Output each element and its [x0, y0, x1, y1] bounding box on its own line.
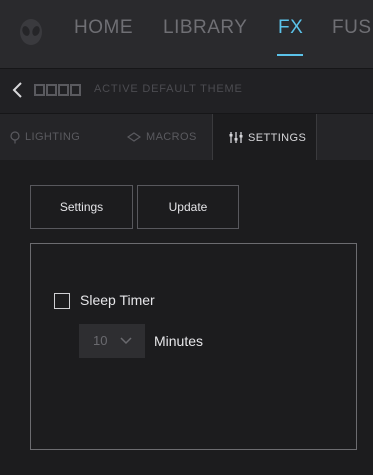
app-window: HOME LIBRARY FX FUS ACTIVE DEFAULT THEME…: [0, 0, 373, 475]
active-theme-title: ACTIVE DEFAULT THEME: [94, 83, 243, 95]
nav-fx[interactable]: FX: [278, 17, 303, 39]
settings-button[interactable]: Settings: [30, 185, 133, 229]
sleep-timer-checkbox[interactable]: [54, 293, 70, 309]
top-nav: HOME LIBRARY FX FUS: [0, 0, 373, 68]
nav-fusion[interactable]: FUS: [332, 17, 372, 39]
alienware-logo-icon: [20, 19, 42, 45]
tab-lighting[interactable]: LIGHTING: [10, 114, 80, 160]
macros-icon: [127, 132, 141, 142]
theme-header: ACTIVE DEFAULT THEME: [0, 68, 373, 114]
tab-macros-label: MACROS: [146, 131, 197, 143]
sliders-icon: [229, 132, 243, 143]
tab-settings[interactable]: SETTINGS: [212, 114, 317, 161]
settings-panel: Sleep Timer 10 Minutes: [30, 243, 357, 450]
device-logo-icon: [34, 84, 81, 96]
nav-active-indicator: [277, 54, 303, 56]
settings-content: Settings Update Sleep Timer 10 Minutes: [0, 160, 373, 475]
nav-library[interactable]: LIBRARY: [163, 17, 247, 39]
tab-macros[interactable]: MACROS: [127, 114, 197, 160]
minutes-label: Minutes: [154, 333, 204, 349]
select-value: 10: [93, 333, 108, 348]
tab-settings-label: SETTINGS: [248, 131, 307, 144]
lightbulb-icon: [10, 130, 20, 143]
update-button[interactable]: Update: [137, 185, 239, 229]
back-arrow-icon[interactable]: [10, 80, 26, 100]
sleep-timer-label: Sleep Timer: [80, 292, 155, 308]
chevron-down-icon: [120, 337, 132, 345]
tab-lighting-label: LIGHTING: [25, 131, 81, 143]
tab-bar: LIGHTING MACROS SETTINGS: [0, 113, 373, 161]
sleep-timer-minutes-select[interactable]: 10: [79, 324, 145, 358]
nav-home[interactable]: HOME: [74, 17, 133, 39]
